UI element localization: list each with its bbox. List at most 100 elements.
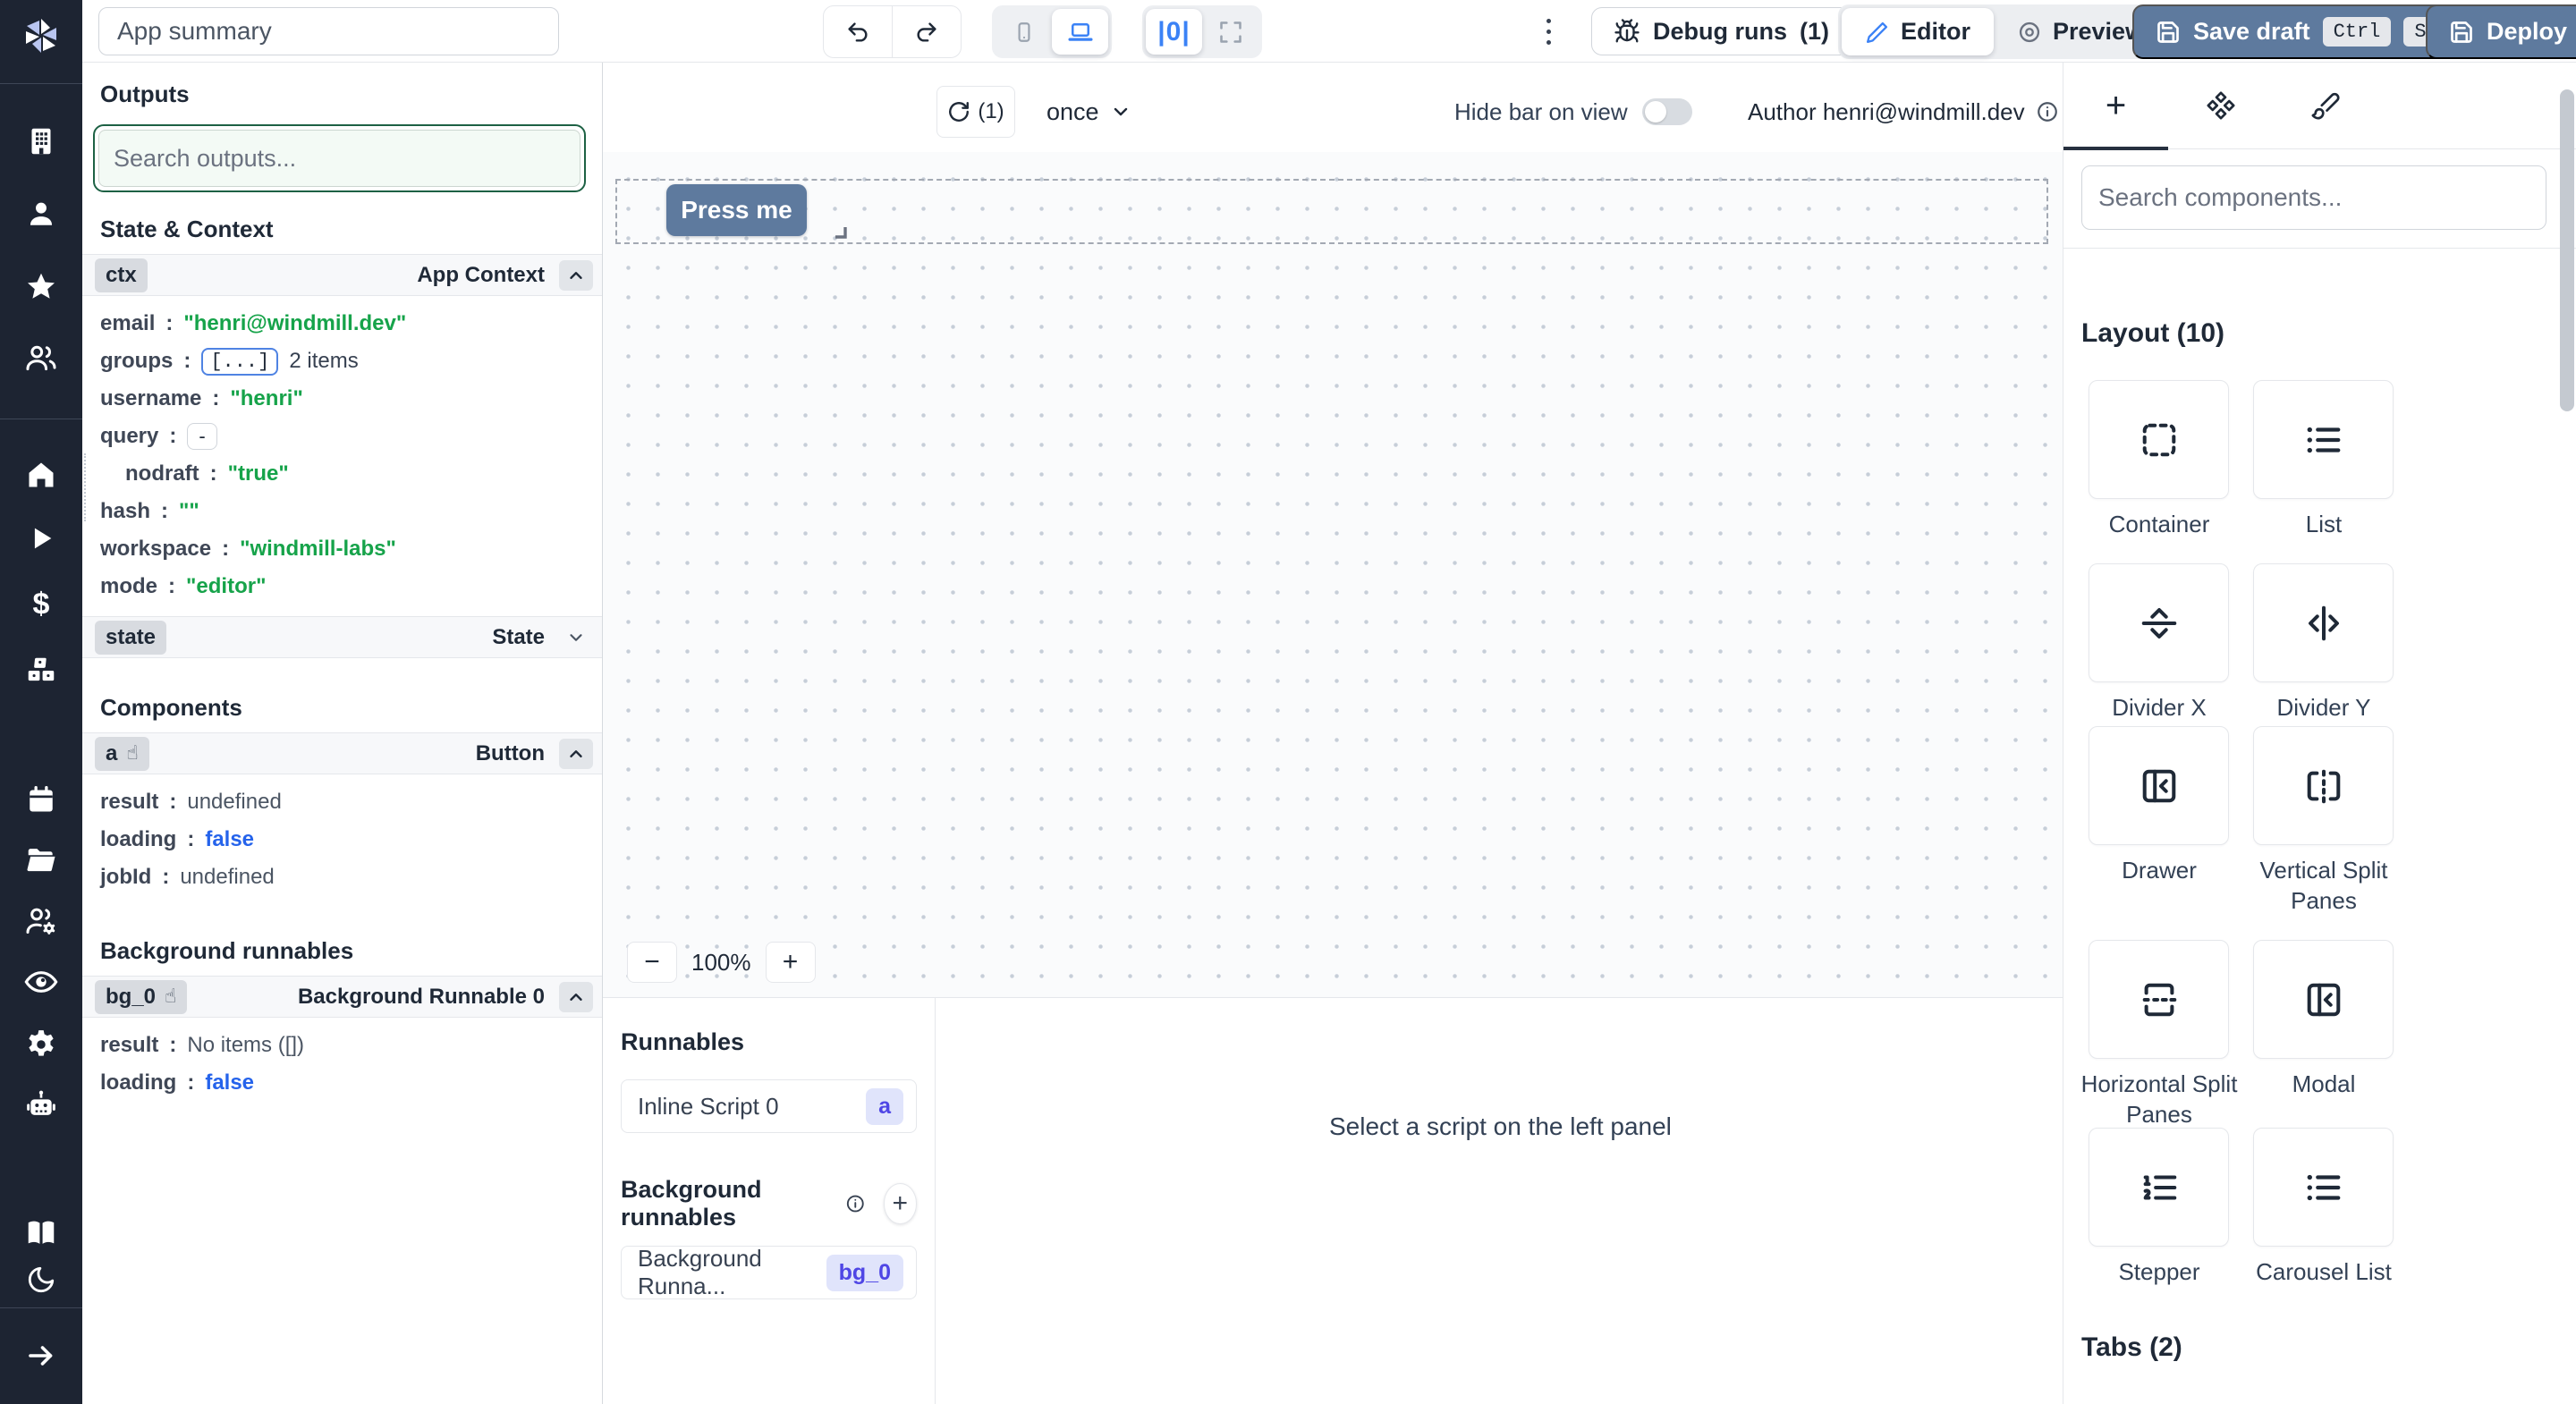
- zoom-out-button[interactable]: −: [627, 942, 677, 983]
- sidebar-item-runs[interactable]: [26, 523, 56, 554]
- user-icon: [30, 202, 53, 225]
- desktop-view-button[interactable]: [1052, 9, 1108, 55]
- play-icon: [34, 528, 52, 549]
- add-background-runnable-button[interactable]: +: [883, 1183, 917, 1224]
- panel-scrollbar[interactable]: [2560, 89, 2574, 411]
- component-a-collapse-button[interactable]: [559, 738, 593, 769]
- tab-component-settings[interactable]: [2168, 63, 2273, 149]
- state-expand-button[interactable]: [559, 622, 593, 653]
- ctx-row-query[interactable]: query: -: [100, 418, 602, 455]
- press-me-button[interactable]: Press me: [666, 184, 807, 236]
- tree-guide: [84, 453, 86, 521]
- mobile-view-button[interactable]: [996, 9, 1052, 55]
- sidebar-item-resources[interactable]: [24, 654, 58, 688]
- debug-runs-button[interactable]: Debug runs (1): [1591, 7, 1852, 55]
- component-a-badge[interactable]: a ☝: [95, 736, 149, 771]
- sidebar-item-schedules[interactable]: [25, 783, 57, 816]
- component-card-container[interactable]: [2089, 380, 2229, 499]
- ctx-row-workspace[interactable]: workspace: "windmill-labs": [100, 530, 602, 568]
- ctx-row-email[interactable]: email: "henri@windmill.dev": [100, 305, 602, 343]
- component-card-vertical-split[interactable]: [2253, 726, 2394, 845]
- redo-button[interactable]: [893, 6, 961, 57]
- schedule-dropdown[interactable]: once: [1046, 86, 1131, 138]
- deploy-button[interactable]: Deploy: [2426, 4, 2576, 59]
- search-outputs-input[interactable]: [98, 130, 580, 187]
- ctx-row-nodraft[interactable]: nodraft: "true": [100, 455, 602, 493]
- component-card-list[interactable]: [2253, 380, 2394, 499]
- app-summary-input[interactable]: [98, 7, 559, 55]
- sidebar-item-settings[interactable]: [24, 1028, 58, 1061]
- sidebar-item-home[interactable]: [25, 459, 57, 491]
- sidebar-item-docs[interactable]: [24, 1216, 58, 1250]
- background-runnable-name: Background Runna...: [638, 1245, 762, 1299]
- ctx-row-mode[interactable]: mode: "editor": [100, 568, 602, 605]
- canvas-grid[interactable]: Press me − 100% +: [603, 152, 2063, 997]
- tab-insert-component[interactable]: +: [2063, 63, 2168, 150]
- inline-script-item[interactable]: Inline Script 0 a: [621, 1079, 917, 1133]
- state-header-row[interactable]: state State: [82, 616, 602, 658]
- outputs-panel: Outputs State & Context ctx App Context …: [82, 63, 603, 1404]
- empty-value-badge[interactable]: -: [187, 423, 217, 450]
- ctx-collapse-button[interactable]: [559, 259, 593, 291]
- component-card-divider-x[interactable]: [2089, 563, 2229, 682]
- bg0-header-row[interactable]: bg_0 ☝ Background Runnable 0: [82, 976, 602, 1018]
- grid-row[interactable]: Press me: [615, 179, 2048, 244]
- dark-mode-toggle[interactable]: [26, 1264, 56, 1295]
- ctx-row-groups[interactable]: groups: [...] 2 items: [100, 343, 602, 380]
- state-badge[interactable]: state: [95, 620, 167, 655]
- component-card-horizontal-split[interactable]: [2089, 940, 2229, 1059]
- ctx-row-hash[interactable]: hash: "": [100, 493, 602, 530]
- undo-button[interactable]: [824, 6, 893, 57]
- component-card-stepper[interactable]: [2089, 1128, 2229, 1247]
- component-card-divider-y[interactable]: [2253, 563, 2394, 682]
- sidebar-item-workspace[interactable]: [25, 125, 57, 157]
- eye-icon: [24, 971, 58, 993]
- component-card-modal[interactable]: [2253, 940, 2394, 1059]
- sidebar-item-favorites[interactable]: [25, 270, 57, 302]
- component-card-carousel-list[interactable]: [2253, 1128, 2394, 1247]
- bg0-badge[interactable]: bg_0 ☝: [95, 979, 188, 1014]
- pointer-icon: ☝: [165, 985, 177, 1008]
- tabs-section-title: Tabs (2): [2081, 1332, 2182, 1362]
- component-a-header-row[interactable]: a ☝ Button: [82, 732, 602, 774]
- search-components-input[interactable]: [2081, 165, 2546, 230]
- sidebar-item-audit[interactable]: [23, 964, 59, 1000]
- save-draft-button[interactable]: Save draft Ctrl S: [2132, 4, 2461, 59]
- vertical-split-icon: [2307, 769, 2340, 803]
- array-expand-badge[interactable]: [...]: [201, 347, 279, 376]
- hide-bar-toggle[interactable]: [1641, 98, 1692, 125]
- ctx-rows: email: "henri@windmill.dev" groups: [...] 2…: [82, 296, 602, 616]
- bg0-collapse-button[interactable]: [559, 981, 593, 1012]
- sidebar-item-groups[interactable]: [24, 341, 58, 375]
- a-row-loading[interactable]: loading: false: [100, 821, 602, 858]
- tab-editor[interactable]: Editor: [1842, 8, 1994, 55]
- components-grid: Layout (10) Container List Divider X Div…: [2063, 249, 2576, 1404]
- component-card-drawer[interactable]: [2089, 726, 2229, 845]
- bg0-row-loading[interactable]: loading: false: [100, 1064, 602, 1102]
- debug-runs-label: Debug runs: [1653, 17, 1788, 45]
- ctx-badge[interactable]: ctx: [95, 258, 148, 292]
- center-spacing-button[interactable]: |0|: [1146, 9, 1202, 55]
- search-outputs-wrap: [93, 124, 586, 192]
- sidebar-item-folders[interactable]: [24, 842, 58, 876]
- sidebar-item-user[interactable]: [26, 199, 56, 229]
- ctx-row-username[interactable]: username: "henri": [100, 380, 602, 418]
- maximize-icon: [1219, 21, 1241, 43]
- sidebar-item-variables[interactable]: $: [33, 588, 50, 622]
- a-row-jobid[interactable]: jobId: undefined: [100, 858, 602, 896]
- divider-y-icon: [2308, 605, 2339, 640]
- expand-rail-button[interactable]: [25, 1340, 57, 1372]
- fullscreen-button[interactable]: [1202, 9, 1258, 55]
- a-row-result[interactable]: result: undefined: [100, 783, 602, 821]
- sidebar-item-workers[interactable]: [23, 903, 59, 939]
- windmill-logo[interactable]: [20, 14, 63, 57]
- background-runnable-item[interactable]: Background Runna... bg_0: [621, 1245, 917, 1299]
- ctx-header-row[interactable]: ctx App Context: [82, 254, 602, 296]
- bg0-row-result[interactable]: result: No items ([]): [100, 1027, 602, 1064]
- more-menu-button[interactable]: [1537, 11, 1560, 52]
- refresh-button[interactable]: (1): [936, 86, 1015, 138]
- sidebar-item-ai[interactable]: [23, 1087, 59, 1123]
- tab-theme[interactable]: [2273, 63, 2377, 149]
- resize-handle[interactable]: [834, 225, 848, 244]
- zoom-in-button[interactable]: +: [765, 942, 816, 983]
